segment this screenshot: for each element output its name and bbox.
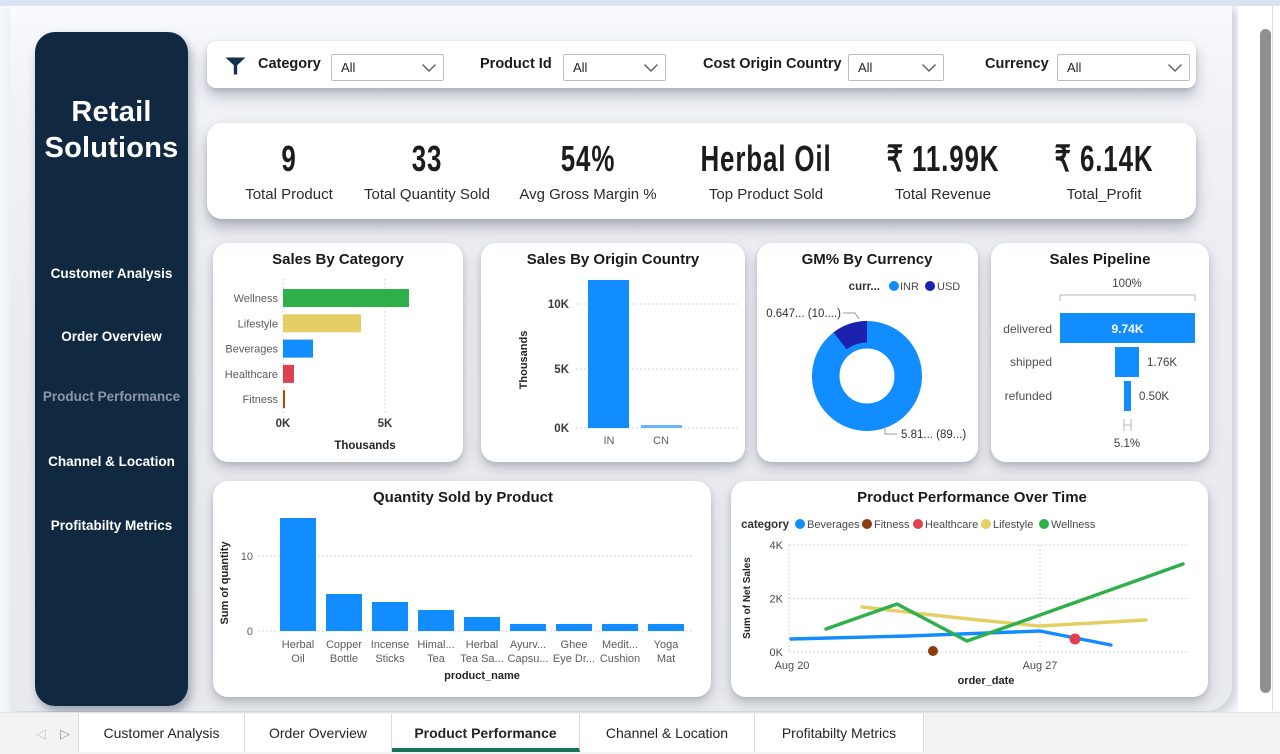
svg-text:5K: 5K xyxy=(378,418,393,430)
svg-text:Wellness: Wellness xyxy=(234,293,279,305)
svg-text:1.76K: 1.76K xyxy=(1147,357,1177,369)
svg-text:Fitness: Fitness xyxy=(874,519,910,531)
svg-text:product_name: product_name xyxy=(444,670,520,682)
svg-text:0K: 0K xyxy=(554,423,569,435)
svg-text:Thousands: Thousands xyxy=(518,331,530,390)
svg-text:Ayurv...: Ayurv... xyxy=(510,639,546,651)
svg-text:Incense: Incense xyxy=(371,639,410,651)
svg-text:4K: 4K xyxy=(770,540,784,552)
svg-text:Sales Pipeline: Sales Pipeline xyxy=(1050,251,1151,268)
svg-text:Thousands: Thousands xyxy=(334,440,395,452)
svg-text:Quantity Sold by Product: Quantity Sold by Product xyxy=(373,489,553,506)
svg-text:0K: 0K xyxy=(276,418,291,430)
svg-text:Aug 27: Aug 27 xyxy=(1023,660,1058,672)
svg-text:Tea: Tea xyxy=(427,653,446,665)
svg-text:Product Performance Over Time: Product Performance Over Time xyxy=(857,489,1087,506)
svg-text:10K: 10K xyxy=(548,299,570,311)
svg-text:0K: 0K xyxy=(770,647,784,659)
svg-text:Cushion: Cushion xyxy=(600,653,640,665)
svg-text:5.81... (89...): 5.81... (89...) xyxy=(901,429,966,441)
svg-text:Himal...: Himal... xyxy=(417,639,454,651)
svg-text:Aug 20: Aug 20 xyxy=(775,660,810,672)
svg-text:Sticks: Sticks xyxy=(375,653,405,665)
svg-text:Beverages: Beverages xyxy=(807,519,860,531)
svg-text:5.1%: 5.1% xyxy=(1114,438,1140,450)
svg-text:CN: CN xyxy=(653,435,669,447)
svg-text:5K: 5K xyxy=(554,364,569,376)
svg-text:Oil: Oil xyxy=(291,653,304,665)
svg-text:Herbal: Herbal xyxy=(466,639,498,651)
svg-text:Mat: Mat xyxy=(657,653,675,665)
svg-text:Sales By Category: Sales By Category xyxy=(272,251,404,268)
svg-text:shipped: shipped xyxy=(1010,355,1052,369)
svg-text:curr...: curr... xyxy=(849,281,880,293)
svg-text:Tea Sa...: Tea Sa... xyxy=(460,653,503,665)
svg-text:Healthcare: Healthcare xyxy=(925,519,978,531)
svg-text:Herbal: Herbal xyxy=(282,639,314,651)
svg-text:2K: 2K xyxy=(770,594,784,606)
svg-text:Ghee: Ghee xyxy=(561,639,588,651)
svg-text:0.647... (10....): 0.647... (10....) xyxy=(766,308,841,320)
svg-text:Fitness: Fitness xyxy=(243,394,279,406)
svg-text:delivered: delivered xyxy=(1003,322,1052,336)
svg-text:USD: USD xyxy=(937,281,960,293)
svg-text:100%: 100% xyxy=(1112,278,1141,290)
svg-text:9.74K: 9.74K xyxy=(1111,322,1143,336)
svg-text:order_date: order_date xyxy=(958,675,1015,687)
svg-text:Medit...: Medit... xyxy=(602,639,638,651)
svg-text:0.50K: 0.50K xyxy=(1139,391,1169,403)
svg-text:Eye Dr...: Eye Dr... xyxy=(553,653,595,665)
svg-text:10: 10 xyxy=(241,551,253,563)
svg-text:INR: INR xyxy=(900,281,919,293)
svg-text:Sum of Net Sales: Sum of Net Sales xyxy=(742,557,753,639)
svg-text:Copper: Copper xyxy=(326,639,362,651)
svg-text:Yoga: Yoga xyxy=(654,639,680,651)
svg-text:IN: IN xyxy=(604,435,615,447)
svg-text:Sum of quantity: Sum of quantity xyxy=(219,541,231,625)
svg-text:Lifestyle: Lifestyle xyxy=(993,519,1033,531)
svg-text:Lifestyle: Lifestyle xyxy=(238,318,278,330)
svg-text:0: 0 xyxy=(247,626,253,638)
svg-text:Bottle: Bottle xyxy=(330,653,358,665)
svg-text:Capsu...: Capsu... xyxy=(508,653,549,665)
svg-text:Wellness: Wellness xyxy=(1051,519,1096,531)
svg-text:Beverages: Beverages xyxy=(225,344,278,356)
svg-text:GM% By Currency: GM% By Currency xyxy=(802,251,934,268)
svg-text:Healthcare: Healthcare xyxy=(225,369,278,381)
svg-text:category: category xyxy=(741,519,790,531)
svg-text:refunded: refunded xyxy=(1005,389,1052,403)
svg-text:Sales By Origin Country: Sales By Origin Country xyxy=(527,251,700,268)
